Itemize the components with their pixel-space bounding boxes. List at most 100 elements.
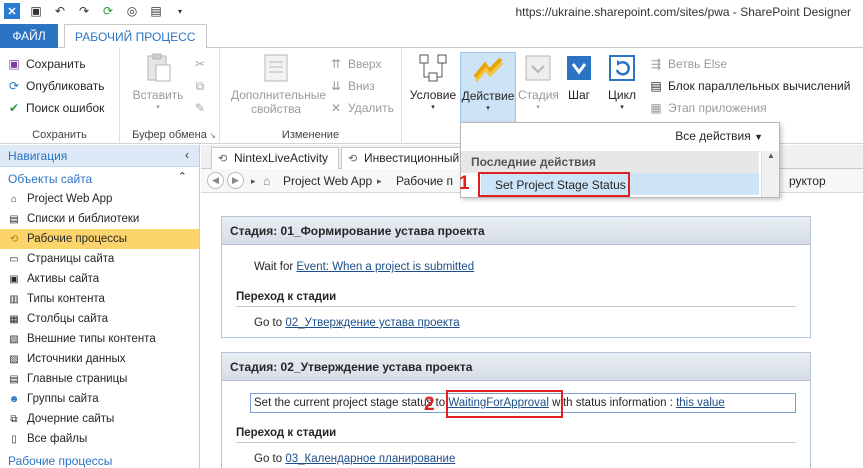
transition-header: Переход к стадии xyxy=(236,291,796,307)
back-button[interactable]: ◀ xyxy=(207,172,224,189)
breadcrumb-item-pwa[interactable]: Project Web App xyxy=(283,174,372,188)
publish-icon: ⟳ xyxy=(8,79,20,93)
nav-section-workflows[interactable]: Рабочие процессы xyxy=(0,454,199,468)
workflow-icon: ⟲ xyxy=(218,153,228,165)
nav-item-site-columns[interactable]: ▦ Столбцы сайта xyxy=(0,309,199,329)
app-icon[interactable]: ✕ xyxy=(4,3,20,19)
paste-button[interactable]: Вставить ▾ xyxy=(130,52,186,112)
save-button[interactable]: ▣ Сохранить xyxy=(6,54,85,74)
clipboard-group-label: Буфер обмена xyxy=(132,129,207,141)
scroll-up-icon[interactable]: ▲ xyxy=(762,151,780,163)
delete-button[interactable]: ✕ Удалить xyxy=(328,98,394,118)
paste-icon xyxy=(142,52,174,84)
stage-icon xyxy=(522,52,554,84)
redo-icon[interactable]: ↷ xyxy=(76,3,92,19)
annotation-box-1 xyxy=(478,172,630,197)
tab-workflow[interactable]: РАБОЧИЙ ПРОЦЕСС xyxy=(64,24,207,49)
nav-item-site-pages[interactable]: ▭ Страницы сайта xyxy=(0,249,199,269)
groups-icon: ☻ xyxy=(8,393,20,405)
breadcrumb-separator-icon: ▸ xyxy=(377,176,382,186)
else-branch-button[interactable]: ⇶ Ветвь Else xyxy=(648,54,727,74)
dialog-launcher-icon[interactable]: ↘ xyxy=(209,131,216,140)
status-info-link[interactable]: this value xyxy=(676,397,725,409)
title-bar: ✕ ▣ ↶ ↷ ⟳ ◎ ▤ ▾ https://ukraine.sharepoi… xyxy=(0,0,863,24)
stage-button[interactable]: Стадия ▾ xyxy=(518,52,559,112)
modify-group: Дополнительные свойства ⇈ Вверх ⇊ Вниз ✕… xyxy=(220,48,402,144)
loop-icon xyxy=(606,52,638,84)
doc-tab-nintex[interactable]: ⟲ NintexLiveActivity xyxy=(211,147,339,169)
datasources-icon: ▨ xyxy=(9,353,19,365)
annotation-marker-2: 2 xyxy=(424,394,435,415)
goto-stage-link[interactable]: 02_Утверждение устава проекта xyxy=(285,317,459,329)
publish-button[interactable]: ⟳ Опубликовать xyxy=(6,76,105,96)
quick-access-toolbar: ✕ ▣ ↶ ↷ ⟳ ◎ ▤ ▾ xyxy=(4,3,188,19)
nav-item-master-pages[interactable]: ▤ Главные страницы xyxy=(0,369,199,389)
lists-icon: ▤ xyxy=(9,213,19,225)
event-link[interactable]: Event: When a project is submitted xyxy=(296,261,474,273)
chevron-down-icon: ▼ xyxy=(754,132,763,142)
goto-stage-link[interactable]: 03_Календарное планирование xyxy=(285,453,455,465)
move-down-icon: ⇊ xyxy=(330,79,342,93)
chevron-up-icon[interactable]: ⌃ xyxy=(178,170,187,183)
customize-qat-icon[interactable]: ▾ xyxy=(172,3,188,19)
master-pages-icon: ▤ xyxy=(9,373,19,385)
nav-item-data-sources[interactable]: ▨ Источники данных xyxy=(0,349,199,369)
stage-title: Стадия: 01_Формирование устава проекта xyxy=(222,217,810,245)
collapse-pane-icon[interactable]: ‹ xyxy=(185,148,189,162)
annotation-marker-1: 1 xyxy=(459,173,470,194)
all-actions-button[interactable]: Все действия ▼ xyxy=(675,129,763,143)
parallel-block-button[interactable]: ▤ Блок параллельных вычислений xyxy=(648,76,850,96)
save-icon[interactable]: ▣ xyxy=(28,3,44,19)
back-icon[interactable]: ◎ xyxy=(124,3,140,19)
breadcrumb-item-designer[interactable]: руктор xyxy=(789,174,826,188)
copy-icon[interactable]: ⧉ xyxy=(192,78,208,94)
nav-item-all-files[interactable]: ▯ Все файлы xyxy=(0,429,199,449)
forward-button[interactable]: ▶ xyxy=(227,172,244,189)
undo-icon[interactable]: ↶ xyxy=(52,3,68,19)
workflow-canvas: Стадия: 01_Формирование устава проекта W… xyxy=(201,194,863,468)
nav-item-lists[interactable]: ▤ Списки и библиотеки xyxy=(0,209,199,229)
action-button[interactable]: Действие ▾ xyxy=(460,52,516,124)
transition-header: Переход к стадии xyxy=(236,427,796,443)
clipboard-icon[interactable]: ▤ xyxy=(148,3,164,19)
nav-item-project-web-app[interactable]: ⌂ Project Web App xyxy=(0,189,199,209)
move-up-button[interactable]: ⇈ Вверх xyxy=(328,54,382,74)
tab-file[interactable]: ФАЙЛ xyxy=(0,24,58,48)
pages-icon: ▭ xyxy=(9,253,19,265)
save-group-label: Сохранить xyxy=(32,129,87,141)
else-branch-icon: ⇶ xyxy=(650,57,662,71)
advanced-properties-button[interactable]: Дополнительные свойства xyxy=(224,52,328,116)
nav-item-site-groups[interactable]: ☻ Группы сайта xyxy=(0,389,199,409)
nav-item-content-types[interactable]: ▥ Типы контента xyxy=(0,289,199,309)
nav-item-subsites[interactable]: ⧉ Дочерние сайты xyxy=(0,409,199,429)
window-title: https://ukraine.sharepoint.com/sites/pwa… xyxy=(515,5,851,19)
stage-action[interactable]: Wait for Event: When a project is submit… xyxy=(254,261,474,273)
condition-button[interactable]: Условие ▾ xyxy=(408,52,458,112)
stage-title: Стадия: 02_Утверждение устава проекта xyxy=(222,353,810,381)
condition-icon xyxy=(417,52,449,84)
breadcrumb-item-workflows[interactable]: Рабочие п xyxy=(396,174,453,188)
goto-line[interactable]: Go to 02_Утверждение устава проекта xyxy=(254,317,460,329)
site-objects-section[interactable]: Объекты сайта ⌃ xyxy=(0,167,199,189)
nav-item-site-assets[interactable]: ▣ Активы сайта xyxy=(0,269,199,289)
check-errors-icon: ✔ xyxy=(8,101,20,115)
navigation-pane: Навигация ‹ Объекты сайта ⌃ ⌂ Project We… xyxy=(0,145,200,468)
refresh-icon[interactable]: ⟳ xyxy=(100,3,116,19)
stage-block[interactable]: Стадия: 01_Формирование устава проекта W… xyxy=(221,216,811,338)
move-down-button[interactable]: ⇊ Вниз xyxy=(328,76,375,96)
app-step-button[interactable]: ▦ Этап приложения xyxy=(648,98,766,118)
step-button[interactable]: Шаг xyxy=(562,52,596,102)
action-icon xyxy=(472,53,504,85)
goto-line[interactable]: Go to 03_Календарное планирование xyxy=(254,453,455,465)
doc-tab-investment[interactable]: ⟲ Инвестиционный п xyxy=(341,147,471,169)
menu-scrollbar[interactable]: ▲ xyxy=(761,151,779,197)
check-errors-button[interactable]: ✔ Поиск ошибок xyxy=(6,98,104,118)
format-painter-icon[interactable]: ✎ xyxy=(192,100,208,116)
all-files-icon: ▯ xyxy=(11,433,17,445)
navigation-header: Навигация ‹ xyxy=(0,145,199,167)
loop-button[interactable]: Цикл ▾ xyxy=(600,52,644,112)
nav-item-external-content-types[interactable]: ▧ Внешние типы контента xyxy=(0,329,199,349)
cut-icon[interactable]: ✂ xyxy=(192,56,208,72)
home-icon: ⌂ xyxy=(263,174,271,188)
nav-item-workflows[interactable]: ⟲ Рабочие процессы xyxy=(0,229,199,249)
